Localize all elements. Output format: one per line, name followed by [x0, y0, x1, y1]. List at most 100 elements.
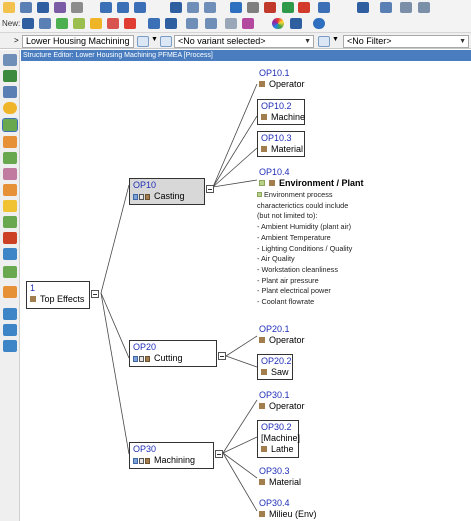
tree-node-op20-2[interactable]: OP20.2 Saw	[257, 354, 293, 380]
table-icon[interactable]	[148, 18, 160, 29]
form-icon[interactable]	[3, 216, 17, 228]
forward-icon[interactable]	[117, 2, 129, 13]
calendar-icon[interactable]	[205, 18, 217, 29]
tree-node-op20-1[interactable]: OP20.1 Operator	[257, 324, 307, 346]
grid-icon[interactable]	[187, 2, 199, 13]
new-element-icon[interactable]	[39, 18, 51, 29]
tree-node-op30[interactable]: OP30 Machining	[129, 442, 214, 469]
person-icon[interactable]	[186, 18, 198, 29]
tree-node-op30-1[interactable]: OP30.1 Operator	[257, 390, 307, 412]
window-alt-icon[interactable]	[418, 2, 430, 13]
tree-node-op20[interactable]: OP20 Cutting	[129, 340, 217, 367]
sheet-icon[interactable]	[3, 232, 17, 244]
function-net-icon[interactable]	[3, 136, 17, 148]
up-icon[interactable]	[134, 2, 146, 13]
collapse-icon[interactable]	[91, 290, 99, 298]
chevron-down-icon[interactable]: ▼	[332, 36, 339, 43]
new-structure-icon[interactable]	[22, 18, 34, 29]
help-icon[interactable]	[313, 18, 325, 29]
chevron-down-icon[interactable]: ▼	[151, 36, 158, 43]
element-icon	[259, 403, 265, 409]
save-icon[interactable]	[37, 2, 49, 13]
sheet-alt-icon[interactable]	[3, 248, 17, 260]
people-alt-icon[interactable]	[3, 324, 17, 336]
tree-node-op10-2[interactable]: OP10.2 Machine	[257, 99, 305, 125]
color-wheel-icon[interactable]	[272, 18, 284, 29]
collapse-icon[interactable]	[218, 352, 226, 360]
flag-icon[interactable]	[165, 18, 177, 29]
node-name: Material	[261, 144, 303, 155]
environment-description: Environment process characterictics coul…	[257, 190, 352, 308]
variant-icon[interactable]	[160, 36, 172, 47]
description-line: - Coolant flowrate	[257, 297, 315, 307]
filter-icon[interactable]	[230, 2, 242, 13]
export-icon[interactable]	[264, 2, 276, 13]
collapse-icon[interactable]	[215, 450, 223, 458]
folder-icon[interactable]	[3, 2, 15, 13]
filter-select[interactable]: <No Filter> ▼	[343, 35, 469, 48]
structure-canvas[interactable]: 1 Top Effects OP10 Casting OP20 Cutting …	[21, 61, 471, 521]
variant-select[interactable]: <No variant selected> ▼	[174, 35, 314, 48]
node-id: OP30.2	[261, 422, 292, 432]
failure-net-icon[interactable]	[3, 152, 17, 164]
document-icon[interactable]	[225, 18, 237, 29]
settings-icon[interactable]	[247, 2, 259, 13]
print-icon[interactable]	[71, 2, 83, 13]
element-icon	[261, 446, 267, 452]
characteristics-icon[interactable]	[3, 184, 17, 196]
structure-select[interactable]: Lower Housing Machining	[22, 35, 134, 48]
refresh-icon[interactable]	[357, 2, 369, 13]
lightning-icon[interactable]	[124, 18, 136, 29]
structure-tree-icon[interactable]	[2, 118, 18, 132]
node-id: OP10	[133, 180, 157, 190]
tree-node-op10-3[interactable]: OP10.3 Material	[257, 131, 305, 157]
new-failure-icon[interactable]	[90, 18, 102, 29]
structure-menu-icon[interactable]	[137, 36, 149, 47]
list-icon[interactable]	[204, 2, 216, 13]
node-id: OP10.3	[261, 133, 292, 143]
node-id: OP30	[133, 444, 157, 454]
node-id: OP10.2	[261, 101, 292, 111]
view-table-icon[interactable]	[3, 70, 17, 82]
chart-icon[interactable]	[3, 286, 17, 298]
tree-node-root[interactable]: 1 Top Effects	[26, 281, 90, 309]
report-icon[interactable]	[3, 266, 17, 278]
delete-icon[interactable]	[298, 2, 310, 13]
node-type-icons	[133, 456, 151, 467]
edit-icon[interactable]	[290, 18, 302, 29]
node-id: OP10.4	[259, 167, 290, 177]
new-requirement-icon[interactable]	[107, 18, 119, 29]
view-list-icon[interactable]	[3, 54, 17, 66]
description-line: (but not limited to):	[257, 211, 318, 221]
new-function-icon[interactable]	[56, 18, 68, 29]
find-icon[interactable]	[170, 2, 182, 13]
new-link-icon[interactable]	[73, 18, 85, 29]
requirements-icon[interactable]	[3, 168, 17, 180]
people-info-icon[interactable]	[3, 340, 17, 352]
window-icon[interactable]	[400, 2, 412, 13]
structure-prefix: >	[14, 36, 19, 45]
tree-icon[interactable]	[318, 2, 330, 13]
element-icon	[259, 81, 265, 87]
check-icon[interactable]	[282, 2, 294, 13]
back-icon[interactable]	[100, 2, 112, 13]
view-grid-icon[interactable]	[3, 86, 17, 98]
tree-node-op10[interactable]: OP10 Casting	[129, 178, 205, 205]
element-icon	[261, 369, 267, 375]
boundary-icon[interactable]	[3, 200, 17, 212]
tree-node-op30-3[interactable]: OP30.3 Material	[257, 466, 303, 488]
people-icon[interactable]	[3, 308, 17, 320]
tree-node-op30-4[interactable]: OP30.4 Milieu (Env)	[257, 498, 319, 520]
filter-menu-icon[interactable]	[318, 36, 330, 47]
info-icon[interactable]	[3, 102, 17, 114]
tree-node-op10-4[interactable]: OP10.4 Environment / Plant	[257, 167, 366, 189]
tree-node-op30-2[interactable]: OP30.2 [Machine] Lathe	[257, 420, 300, 458]
book-icon[interactable]	[380, 2, 392, 13]
open-icon[interactable]	[20, 2, 32, 13]
collapse-icon[interactable]	[206, 185, 214, 193]
image-icon[interactable]	[242, 18, 254, 29]
tree-node-op10-1[interactable]: OP10.1 Operator	[257, 68, 307, 90]
node-name: Casting	[133, 191, 201, 203]
connector	[100, 292, 130, 359]
save-all-icon[interactable]	[54, 2, 66, 13]
